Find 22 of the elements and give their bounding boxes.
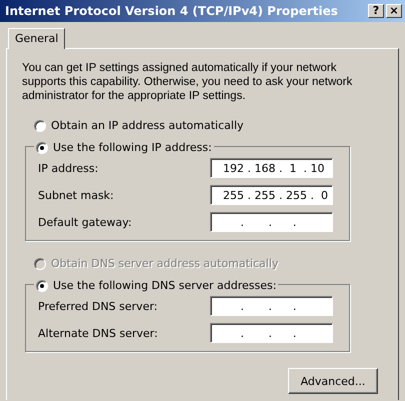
radio-button[interactable]	[36, 142, 48, 154]
radio-label[interactable]: Use the following IP address:	[53, 141, 212, 154]
ip-address-field[interactable]: . . .	[210, 296, 333, 316]
advanced-button[interactable]: Advanced...	[288, 368, 378, 394]
field-label: Default gateway:	[38, 216, 132, 228]
ip-address-field[interactable]: 192 . 168 . 1 . 10	[210, 158, 333, 178]
radio-button[interactable]	[36, 280, 48, 292]
ip-address-field[interactable]: 255 . 255 . 255 . 0	[210, 185, 333, 205]
field-label: Alternate DNS server:	[38, 326, 158, 340]
help-button[interactable]: ?	[368, 4, 384, 18]
ip-address-field[interactable]: . . .	[210, 212, 333, 232]
field-label: IP address:	[38, 162, 98, 174]
close-button[interactable]: ×	[386, 4, 402, 18]
radio-label[interactable]: Obtain an IP address automatically	[51, 119, 244, 132]
description-text: You can get IP settings assigned automatically if your network supports this capability. Otherwise, you need to ask your network administrator for the appropriate IP settings.	[22, 61, 354, 103]
radio-label[interactable]: Use the following DNS server addresses:	[53, 279, 276, 292]
window-title: Internet Protocol Version 4 (TCP/IPv4) Properties	[5, 4, 338, 18]
field-label: Preferred DNS server:	[38, 300, 158, 312]
ip-address-field[interactable]: . . .	[210, 323, 333, 343]
field-label: Subnet mask:	[38, 188, 114, 202]
tab[interactable]: General	[8, 28, 66, 49]
radio-button[interactable]	[34, 120, 46, 132]
